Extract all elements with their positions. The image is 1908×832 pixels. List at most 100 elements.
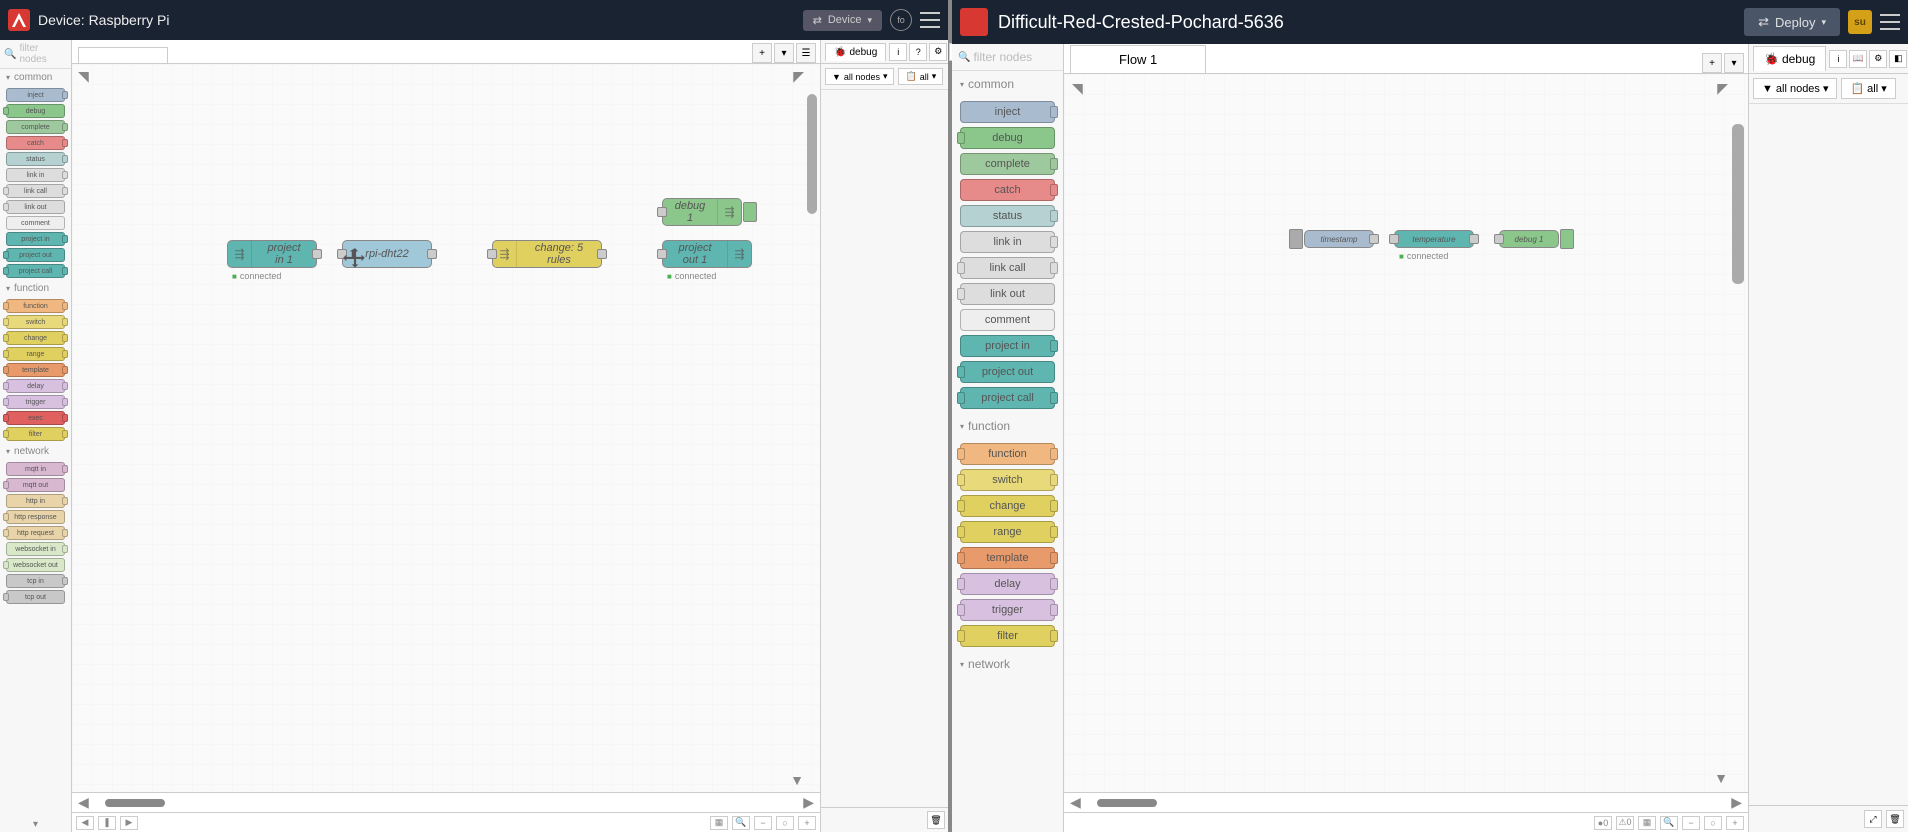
flow-node-chg[interactable]: ⇶change: 5 rules xyxy=(492,240,602,268)
sidebar-config-icon[interactable]: ⚙ xyxy=(929,43,947,61)
palette-node-change[interactable]: change xyxy=(6,331,65,345)
palette-node-link-call[interactable]: link call xyxy=(960,257,1055,279)
palette-category[interactable]: function xyxy=(0,280,71,297)
flow-tab[interactable] xyxy=(78,47,168,63)
input-port[interactable] xyxy=(657,249,667,259)
palette-node-complete[interactable]: complete xyxy=(960,153,1055,175)
sidebar-tab-debug[interactable]: 🐞 debug xyxy=(1753,46,1826,71)
palette-node-range[interactable]: range xyxy=(6,347,65,361)
palette-node-function[interactable]: function xyxy=(960,443,1055,465)
flow-node-pin[interactable]: ⇶project in 1connected xyxy=(227,240,317,268)
palette-node-trigger[interactable]: trigger xyxy=(6,395,65,409)
sidebar-info-icon[interactable]: i xyxy=(889,43,907,61)
palette-node-comment[interactable]: comment xyxy=(6,216,65,230)
palette-node-range[interactable]: range xyxy=(960,521,1055,543)
footer-search-icon[interactable]: 🔍 xyxy=(1660,816,1678,830)
palette-node-complete[interactable]: complete xyxy=(6,120,65,134)
palette-node-catch[interactable]: catch xyxy=(6,136,65,150)
palette-node-tcp-out[interactable]: tcp out xyxy=(6,590,65,604)
footer-nav-prev[interactable]: ◀ xyxy=(76,816,94,830)
scroll-left-icon[interactable]: ◀ xyxy=(78,794,89,811)
palette-node-function[interactable]: function xyxy=(6,299,65,313)
horizontal-scrollbar[interactable] xyxy=(1097,799,1157,807)
palette-node-mqtt-in[interactable]: mqtt in xyxy=(6,462,65,476)
sidebar-clear-icon[interactable]: 🗑 xyxy=(1886,810,1904,828)
palette-node-inject[interactable]: inject xyxy=(960,101,1055,123)
palette-node-http-request[interactable]: http request xyxy=(6,526,65,540)
palette-node-http-response[interactable]: http response xyxy=(6,510,65,524)
zoom-reset-icon[interactable]: ○ xyxy=(776,816,794,830)
palette-node-delay[interactable]: delay xyxy=(960,573,1055,595)
palette-node-project-call[interactable]: project call xyxy=(6,264,65,278)
footer-map-icon[interactable]: ▦ xyxy=(1638,816,1656,830)
filter-all-nodes[interactable]: ▼ all nodes ▾ xyxy=(825,68,894,85)
zoom-out-icon[interactable]: − xyxy=(754,816,772,830)
sidebar-info-icon[interactable]: i xyxy=(1829,50,1847,68)
input-port[interactable] xyxy=(337,249,347,259)
palette-node-template[interactable]: template xyxy=(960,547,1055,569)
palette-node-inject[interactable]: inject xyxy=(6,88,65,102)
palette-node-link-in[interactable]: link in xyxy=(960,231,1055,253)
footer-map-icon[interactable]: ▦ xyxy=(710,816,728,830)
palette-node-switch[interactable]: switch xyxy=(6,315,65,329)
tab-list-icon[interactable]: ▾ xyxy=(1724,53,1744,73)
sidebar-clear-icon[interactable]: 🗑 xyxy=(927,811,945,829)
palette-node-trigger[interactable]: trigger xyxy=(960,599,1055,621)
palette-node-project-out[interactable]: project out xyxy=(6,248,65,262)
palette-node-project-out[interactable]: project out xyxy=(960,361,1055,383)
zoom-in-icon[interactable]: + xyxy=(1726,816,1744,830)
nav-up-right-icon[interactable]: ◤ xyxy=(793,68,804,85)
palette-category[interactable]: common xyxy=(952,71,1063,97)
input-port[interactable] xyxy=(487,249,497,259)
palette-node-mqtt-out[interactable]: mqtt out xyxy=(6,478,65,492)
palette-node-template[interactable]: template xyxy=(6,363,65,377)
output-port[interactable] xyxy=(1469,234,1479,244)
filter-all[interactable]: 📋 all ▾ xyxy=(898,68,943,85)
flow-node-ts[interactable]: timestamp xyxy=(1304,230,1374,248)
palette-node-http-in[interactable]: http in xyxy=(6,494,65,508)
sidebar-tab-debug[interactable]: 🐞 debug xyxy=(825,43,886,61)
palette-node-project-in[interactable]: project in xyxy=(6,232,65,246)
flow-node-tmp[interactable]: temperatureconnected xyxy=(1394,230,1474,248)
footer-nav-pause[interactable]: ❚ xyxy=(98,816,116,830)
flow-node-rpi[interactable]: rpi-dht22 xyxy=(342,240,432,268)
palette-node-switch[interactable]: switch xyxy=(960,469,1055,491)
palette-category[interactable]: function xyxy=(952,413,1063,439)
output-port[interactable] xyxy=(597,249,607,259)
palette-node-project-in[interactable]: project in xyxy=(960,335,1055,357)
zoom-in-icon[interactable]: + xyxy=(798,816,816,830)
output-port[interactable] xyxy=(312,249,322,259)
palette-node-websocket-in[interactable]: websocket in xyxy=(6,542,65,556)
palette-node-websocket-out[interactable]: websocket out xyxy=(6,558,65,572)
output-port[interactable] xyxy=(1369,234,1379,244)
input-port[interactable] xyxy=(657,207,667,217)
vertical-scrollbar[interactable] xyxy=(807,94,817,214)
sidebar-config-icon[interactable]: ⚙ xyxy=(1869,50,1887,68)
horizontal-scrollbar[interactable] xyxy=(105,799,165,807)
palette-category[interactable]: common xyxy=(0,69,71,86)
scroll-left-icon[interactable]: ◀ xyxy=(1070,794,1081,811)
vertical-scrollbar[interactable] xyxy=(1732,124,1744,284)
palette-node-project-call[interactable]: project call xyxy=(960,387,1055,409)
palette-node-change[interactable]: change xyxy=(960,495,1055,517)
zoom-reset-icon[interactable]: ○ xyxy=(1704,816,1722,830)
zoom-out-icon[interactable]: − xyxy=(1682,816,1700,830)
palette-node-link-call[interactable]: link call xyxy=(6,184,65,198)
palette-node-delay[interactable]: delay xyxy=(6,379,65,393)
palette-node-filter[interactable]: filter xyxy=(960,625,1055,647)
scroll-right-icon[interactable]: ▶ xyxy=(1731,794,1742,811)
filter-all[interactable]: 📋 all ▾ xyxy=(1841,78,1895,99)
footer-nav-next[interactable]: ▶ xyxy=(120,816,138,830)
filter-all-nodes[interactable]: ▼ all nodes ▾ xyxy=(1753,78,1837,99)
palette-filter[interactable]: 🔍 filter nodes xyxy=(952,44,1063,71)
flow-node-pout[interactable]: project out 1⇶connected xyxy=(662,240,752,268)
menu-icon[interactable] xyxy=(920,12,940,28)
footer-search-icon[interactable]: 🔍 xyxy=(732,816,750,830)
palette-node-comment[interactable]: comment xyxy=(960,309,1055,331)
palette-node-filter[interactable]: filter xyxy=(6,427,65,441)
menu-icon[interactable] xyxy=(1880,14,1900,30)
nav-down-right-icon[interactable]: ▼ xyxy=(1714,770,1728,786)
user-icon[interactable]: fo xyxy=(890,9,912,31)
input-port[interactable] xyxy=(1389,234,1399,244)
palette-category[interactable]: network xyxy=(952,651,1063,677)
